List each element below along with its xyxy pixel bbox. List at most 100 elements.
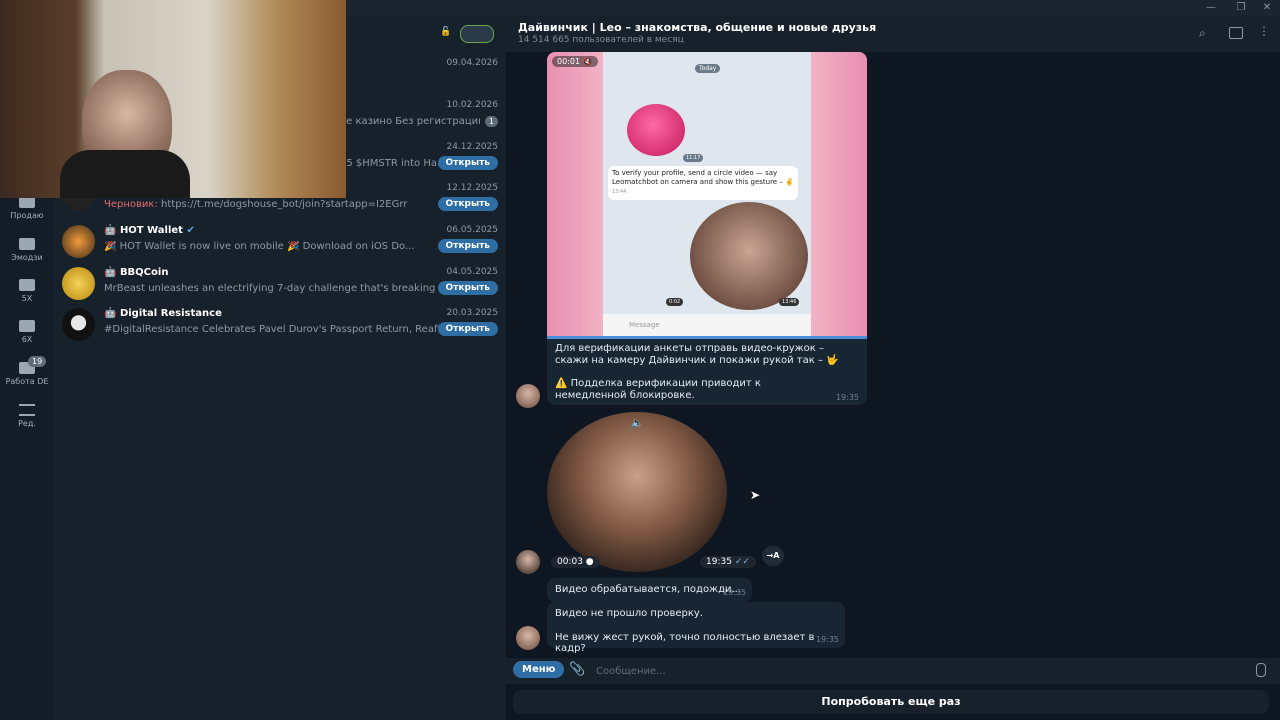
close-button[interactable]: ✕ — [1252, 0, 1280, 16]
chat-name: 🤖 Digital Resistance — [104, 308, 222, 319]
inner-time: 13:46 — [779, 298, 800, 306]
unread-badge: 19 — [28, 356, 47, 367]
date-chip: Today — [695, 64, 721, 73]
bot-icon: 🤖 — [104, 308, 117, 319]
mute-icon: 🔈 — [631, 418, 644, 429]
menu-button[interactable]: Меню — [513, 661, 565, 678]
folder-icon — [19, 238, 35, 250]
message-input[interactable] — [594, 662, 1238, 680]
phone-screen: Today 11:17 To verify your profile, send… — [603, 52, 811, 338]
mouse-cursor-icon: ➤ — [750, 488, 761, 502]
attach-icon[interactable]: 📎 — [569, 662, 585, 677]
cherry-sticker — [627, 104, 685, 156]
chat-date: 04.05.2025 — [446, 267, 498, 277]
open-button[interactable]: Открыть — [437, 197, 498, 211]
message-text: ⚠️ Подделка верификации приводит к немед… — [555, 378, 761, 401]
message-text: Для верификации анкеты отправь видео-кру… — [555, 343, 839, 366]
webcam-overlay — [0, 0, 346, 198]
account-switch-icon[interactable] — [460, 25, 494, 43]
avatar — [62, 308, 95, 341]
bot-avatar[interactable] — [516, 384, 540, 408]
open-button[interactable]: Открыть — [437, 322, 498, 336]
bot-icon: 🤖 — [104, 225, 117, 236]
folder-6x[interactable]: 6X — [0, 320, 54, 344]
draft-text: https://t.me/dogshouse_bot/join?startapp… — [161, 199, 408, 210]
chat-date: 24.12.2025 — [446, 142, 498, 152]
chat-preview: MrBeast unleashes an electrifying 7-day … — [104, 283, 440, 294]
folder-label: 6X — [21, 335, 33, 344]
verification-failed-bubble: Видео не прошло проверку. Не вижу жест р… — [547, 602, 845, 654]
avatar — [62, 267, 95, 300]
person-shoulders — [60, 150, 190, 198]
chat-preview: #DigitalResistance Celebrates Pavel Duro… — [104, 324, 440, 335]
open-button[interactable]: Открыть — [437, 239, 498, 253]
chat-title[interactable]: Дайвинчик | Leo – знакомства, общение и … — [518, 21, 876, 34]
folder-label: Ред. — [18, 419, 36, 428]
folder-icon — [19, 320, 35, 332]
circle-video-message[interactable]: 🔈 — [547, 412, 727, 572]
user-avatar[interactable] — [516, 550, 540, 574]
chat-name: 🤖 BBQCoin — [104, 267, 169, 278]
video-message[interactable]: Today 11:17 To verify your profile, send… — [547, 52, 867, 338]
chat-date: 09.04.2026 — [446, 58, 498, 68]
more-icon[interactable]: ⋮ — [1258, 24, 1270, 38]
microphone-icon[interactable] — [1256, 663, 1266, 677]
search-icon[interactable]: ⌕ — [1199, 26, 1206, 41]
message-text: Видео не прошло проверку. — [555, 608, 703, 619]
sliders-icon — [19, 404, 35, 416]
folder-label: Эмодзи — [11, 253, 43, 262]
chat-preview: 🎉 HOT Wallet is now live on mobile 🎉 Dow… — [104, 241, 415, 252]
circle-duration: 00:03 ● — [551, 556, 600, 568]
chat-preview: 05 $HMSTR into Ha... — [340, 158, 440, 169]
circle-time: 19:35 ✓✓ — [700, 556, 756, 568]
lock-icon: 🔓 — [440, 27, 452, 37]
verify-instruction-bubble: Для верификации анкеты отправь видео-кру… — [547, 339, 867, 405]
inner-duration: 0:02 — [666, 298, 684, 306]
chat-row-hot-wallet[interactable]: 🤖 HOT Wallet ✔ 06.05.2025 🎉 HOT Wallet i… — [54, 221, 506, 262]
chat-row-bbqcoin[interactable]: 🤖 BBQCoin 04.05.2025 MrBeast unleashes a… — [54, 263, 506, 304]
minimize-button[interactable]: — — [1196, 0, 1226, 16]
avatar — [62, 225, 95, 258]
open-button[interactable]: Открыть — [437, 156, 498, 170]
unread-badge: 1 — [484, 116, 498, 127]
bot-instruction: To verify your profile, send a circle vi… — [608, 166, 798, 200]
bot-icon: 🤖 — [104, 267, 117, 278]
chat-name: 🤖 HOT Wallet ✔ — [104, 225, 195, 236]
draft-label: Черновик: — [104, 199, 158, 210]
message-text: Видео обрабатывается, подожди... — [555, 584, 742, 595]
chat-date: 12.12.2025 — [446, 183, 498, 193]
folder-edit[interactable]: Ред. — [0, 404, 54, 428]
folder-label: Работа DE — [5, 377, 49, 386]
chat-row-digital-resistance[interactable]: 🤖 Digital Resistance 20.03.2025 #Digital… — [54, 304, 506, 345]
chat-preview: ое казино Без регистрации... — [340, 116, 480, 127]
chat-date: 10.02.2026 — [446, 100, 498, 110]
chat-date: 06.05.2025 — [446, 225, 498, 235]
folder-prodayu[interactable]: Продаю — [0, 196, 54, 220]
folder-label: 5X — [21, 294, 33, 303]
retry-button[interactable]: Попробовать еще раз — [513, 690, 1269, 714]
bot-avatar[interactable] — [516, 626, 540, 650]
folder-icon — [19, 279, 35, 291]
mute-icon: 🔇 — [582, 57, 593, 66]
message-text: Не вижу жест рукой, точно полностью влез… — [555, 632, 815, 654]
translate-button[interactable]: →A — [762, 546, 784, 566]
chat-subtitle: 14 514 665 пользователей в месяц — [518, 35, 684, 45]
read-check-icon: ✓✓ — [734, 557, 750, 567]
gesture-circle-video — [690, 202, 808, 310]
chat-date: 20.03.2025 — [446, 308, 498, 318]
chat-preview: Черновик: https://t.me/dogshouse_bot/joi… — [104, 199, 440, 210]
verified-icon: ✔ — [186, 225, 195, 236]
inner-composer: Message — [603, 314, 811, 338]
processing-bubble: Видео обрабатывается, подожди... 19:35 — [547, 578, 752, 602]
message-time: 19:35 — [815, 635, 839, 644]
folder-label: Продаю — [10, 211, 44, 220]
folder-rabota-de[interactable]: Работа DE 19 — [0, 356, 54, 386]
open-button[interactable]: Открыть — [437, 281, 498, 295]
message-time: 19:35 — [835, 393, 859, 402]
sidebar-toggle-icon[interactable] — [1229, 27, 1243, 39]
sticker-time: 11:17 — [683, 154, 704, 162]
video-duration: 00:01 🔇 — [552, 56, 598, 67]
folder-5x[interactable]: 5X — [0, 279, 54, 303]
folder-emoji[interactable]: Эмодзи — [0, 238, 54, 262]
message-time: 19:35 — [722, 588, 746, 597]
